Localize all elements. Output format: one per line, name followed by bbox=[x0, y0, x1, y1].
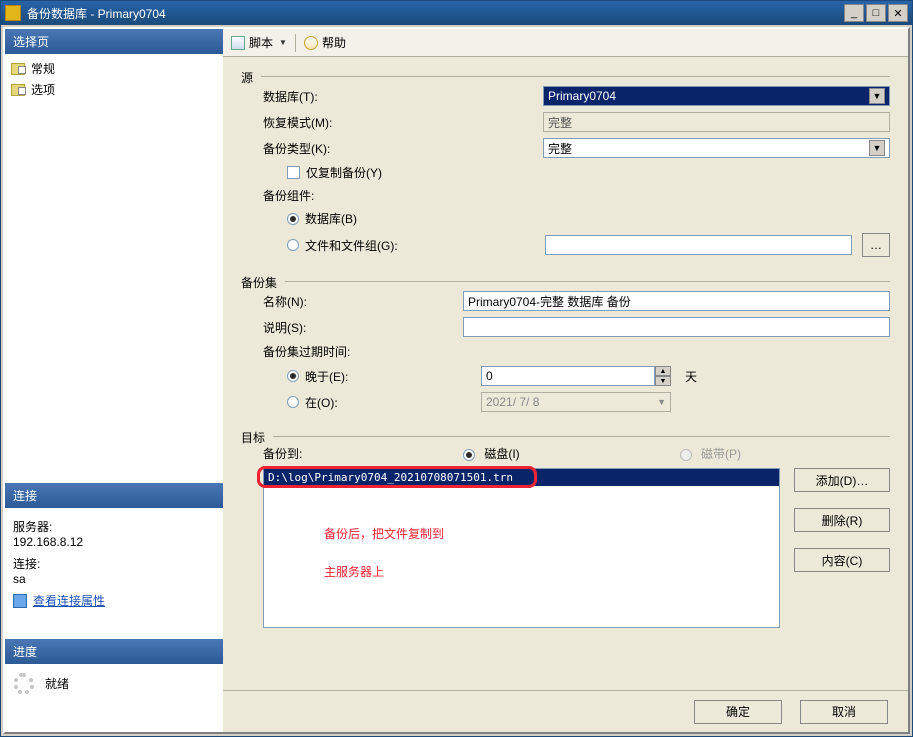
nav-options-label: 选项 bbox=[31, 81, 55, 98]
set-desc-input[interactable] bbox=[463, 317, 890, 337]
database-label: 数据库(T): bbox=[263, 88, 543, 105]
chevron-down-icon: ▼ bbox=[657, 397, 666, 407]
backup-component-label: 备份组件: bbox=[263, 187, 314, 204]
chevron-down-icon: ▼ bbox=[869, 88, 885, 104]
destination-legend: 目标 bbox=[241, 429, 265, 446]
expire-after-value: 0 bbox=[486, 369, 493, 383]
titlebar: 备份数据库 - Primary0704 _ □ ✕ bbox=[1, 1, 912, 25]
toolbar: 脚本 ▼ 帮助 bbox=[223, 29, 908, 57]
ok-button[interactable]: 确定 bbox=[694, 700, 782, 724]
copy-only-checkbox[interactable] bbox=[287, 166, 300, 179]
backup-to-tape-radio bbox=[680, 449, 692, 461]
remove-destination-button[interactable]: 删除(R) bbox=[794, 508, 890, 532]
backup-to-disk-label: 磁盘(I) bbox=[484, 447, 519, 461]
page-icon bbox=[11, 63, 25, 75]
dropdown-arrow-icon[interactable]: ▼ bbox=[279, 38, 287, 47]
conn-value: sa bbox=[13, 572, 215, 586]
filegroups-browse-button[interactable]: … bbox=[862, 233, 890, 257]
expire-after-spinner[interactable]: 0 ▲▼ bbox=[481, 366, 671, 386]
cancel-button[interactable]: 取消 bbox=[800, 700, 888, 724]
expire-label: 备份集过期时间: bbox=[263, 343, 350, 360]
dialog-window: 备份数据库 - Primary0704 _ □ ✕ 选择页 常规 选项 bbox=[0, 0, 913, 737]
select-page-header: 选择页 bbox=[5, 29, 223, 54]
properties-icon bbox=[13, 594, 27, 608]
backup-set-fieldset: 备份集 名称(N): Primary0704-完整 数据库 备份 说明(S): bbox=[241, 274, 890, 421]
page-icon bbox=[11, 84, 25, 96]
expire-on-radio[interactable] bbox=[287, 396, 299, 408]
set-name-label: 名称(N): bbox=[263, 293, 463, 310]
progress-spinner-icon bbox=[13, 672, 35, 694]
spin-down-icon[interactable]: ▼ bbox=[655, 376, 671, 386]
script-button[interactable]: 脚本 bbox=[249, 34, 273, 51]
recovery-model-value: 完整 bbox=[543, 112, 890, 132]
copy-only-label: 仅复制备份(Y) bbox=[306, 164, 382, 181]
source-fieldset: 源 数据库(T): Primary0704 ▼ 恢复模式(M): 完整 bbox=[241, 69, 890, 266]
backup-to-label: 备份到: bbox=[263, 445, 463, 462]
destination-fieldset: 目标 备份到: 磁盘(I) 磁带(P) bbox=[241, 429, 890, 634]
dialog-footer: 确定 取消 bbox=[223, 690, 908, 732]
database-select[interactable]: Primary0704 ▼ bbox=[543, 86, 890, 106]
maximize-button[interactable]: □ bbox=[866, 4, 886, 22]
expire-after-unit: 天 bbox=[685, 368, 697, 385]
backup-set-legend: 备份集 bbox=[241, 274, 277, 291]
annotation-text: 备份后，把文件复制到 主服务器上 bbox=[324, 513, 444, 589]
progress-status: 就绪 bbox=[45, 675, 69, 692]
backup-type-value: 完整 bbox=[548, 140, 572, 157]
conn-label: 连接: bbox=[13, 555, 215, 572]
set-desc-label: 说明(S): bbox=[263, 319, 463, 336]
component-filegroups-radio[interactable] bbox=[287, 239, 299, 251]
help-icon bbox=[304, 36, 318, 50]
destination-listbox[interactable]: D:\log\Primary0704_20210708071501.trn 备份… bbox=[263, 468, 780, 628]
script-icon bbox=[231, 36, 245, 50]
app-icon bbox=[5, 5, 21, 21]
backup-type-label: 备份类型(K): bbox=[263, 140, 543, 157]
server-value: 192.168.8.12 bbox=[13, 535, 215, 549]
component-database-label: 数据库(B) bbox=[305, 210, 357, 227]
component-database-radio[interactable] bbox=[287, 213, 299, 225]
expire-on-value: 2021/ 7/ 8 bbox=[486, 395, 539, 409]
add-destination-button[interactable]: 添加(D)… bbox=[794, 468, 890, 492]
backup-to-tape-label: 磁带(P) bbox=[701, 447, 741, 461]
right-pane: 脚本 ▼ 帮助 源 数据库(T): Primary0704 bbox=[223, 29, 908, 732]
expire-after-label: 晚于(E): bbox=[305, 368, 481, 385]
window-title: 备份数据库 - Primary0704 bbox=[27, 5, 844, 22]
spin-up-icon[interactable]: ▲ bbox=[655, 366, 671, 376]
expire-on-date: 2021/ 7/ 8 ▼ bbox=[481, 392, 671, 412]
component-filegroups-label: 文件和文件组(G): bbox=[305, 237, 545, 254]
nav-general[interactable]: 常规 bbox=[11, 58, 217, 79]
recovery-model-label: 恢复模式(M): bbox=[263, 114, 543, 131]
database-select-value: Primary0704 bbox=[548, 89, 616, 103]
chevron-down-icon: ▼ bbox=[869, 140, 885, 156]
nav-general-label: 常规 bbox=[31, 60, 55, 77]
nav-options[interactable]: 选项 bbox=[11, 79, 217, 100]
annotation-highlight bbox=[257, 466, 537, 488]
source-legend: 源 bbox=[241, 69, 253, 86]
expire-after-radio[interactable] bbox=[287, 370, 299, 382]
close-button[interactable]: ✕ bbox=[888, 4, 908, 22]
server-label: 服务器: bbox=[13, 518, 215, 535]
view-connection-properties-link[interactable]: 查看连接属性 bbox=[33, 592, 105, 609]
expire-on-label: 在(O): bbox=[305, 394, 481, 411]
set-name-input[interactable]: Primary0704-完整 数据库 备份 bbox=[463, 291, 890, 311]
connection-header: 连接 bbox=[5, 483, 223, 508]
help-button[interactable]: 帮助 bbox=[322, 34, 346, 51]
progress-header: 进度 bbox=[5, 639, 223, 664]
filegroups-input[interactable] bbox=[545, 235, 852, 255]
backup-to-disk-radio[interactable] bbox=[463, 449, 475, 461]
backup-type-select[interactable]: 完整 ▼ bbox=[543, 138, 890, 158]
separator bbox=[295, 34, 296, 52]
left-pane: 选择页 常规 选项 连接 服务器: 192.168.8.12 连 bbox=[5, 29, 223, 732]
minimize-button[interactable]: _ bbox=[844, 4, 864, 22]
set-name-value: Primary0704-完整 数据库 备份 bbox=[468, 293, 631, 310]
contents-button[interactable]: 内容(C) bbox=[794, 548, 890, 572]
